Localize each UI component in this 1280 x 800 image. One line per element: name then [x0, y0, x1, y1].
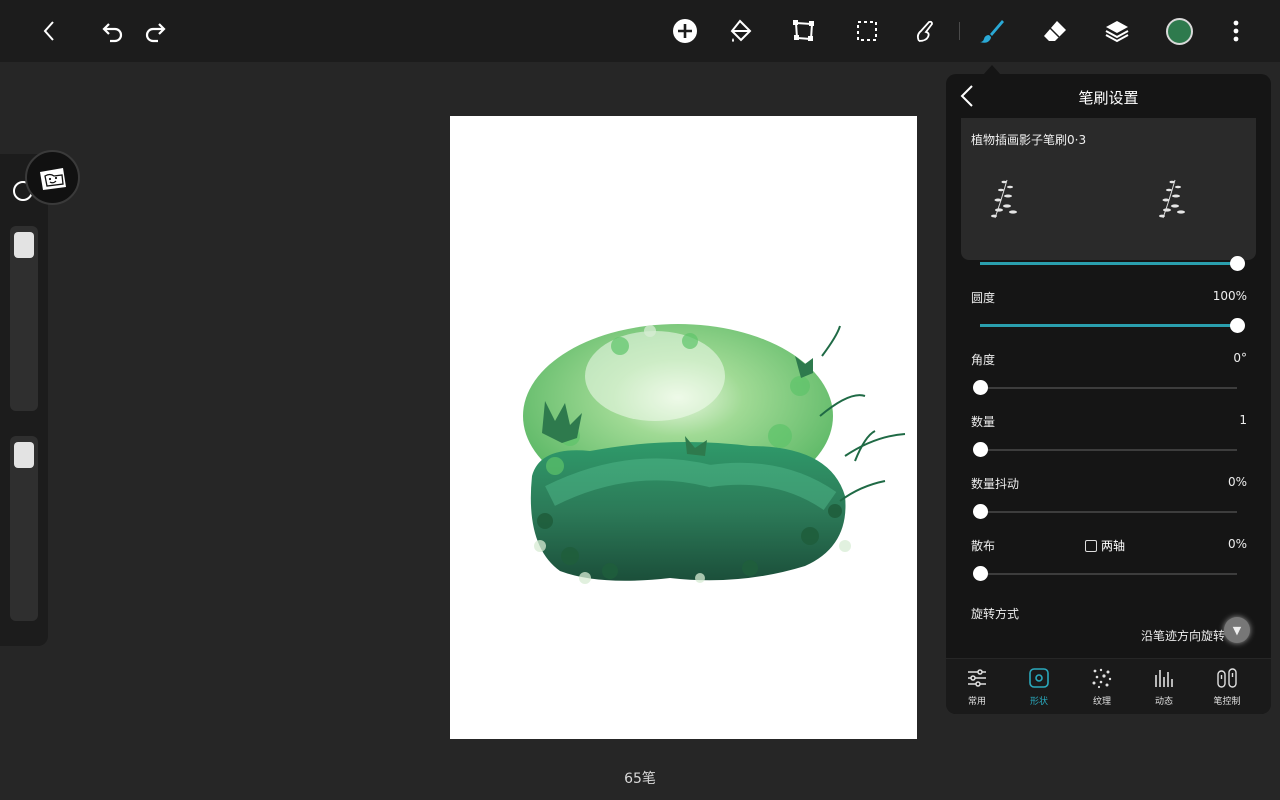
- texture-icon: [1092, 668, 1112, 689]
- tab-label: 纹理: [1092, 697, 1111, 707]
- tab-texture[interactable]: 纹理: [1074, 667, 1130, 707]
- stroke-count: 65笔: [624, 771, 656, 787]
- slider-track: [980, 573, 1237, 575]
- smudge-icon: [916, 20, 933, 42]
- checkbox-box[interactable]: [1085, 539, 1097, 552]
- angle-value: 0°: [1233, 351, 1247, 365]
- back-icon: [43, 21, 54, 41]
- count-value: 1: [1239, 413, 1247, 427]
- slider-fill: [980, 262, 1237, 265]
- count-label: 数量: [971, 415, 996, 429]
- size-slider[interactable]: [980, 254, 1245, 274]
- count-jitter-slider[interactable]: [973, 502, 1237, 522]
- color-picker-button[interactable]: [1166, 18, 1193, 45]
- angle-label: 角度: [971, 353, 996, 367]
- chevron-down-icon: ▼: [1232, 623, 1242, 637]
- two-axis-label: 两轴: [1101, 539, 1126, 553]
- slider-track: [980, 387, 1237, 389]
- scatter-label: 散布: [971, 539, 996, 553]
- tab-label: 常用: [967, 697, 986, 707]
- slider-thumb[interactable]: [1230, 256, 1245, 271]
- tab-pen-control[interactable]: 笔控制: [1199, 667, 1255, 707]
- eraser-button[interactable]: [1037, 13, 1073, 49]
- slider-thumb[interactable]: [1230, 318, 1245, 333]
- slider-thumb[interactable]: [973, 380, 988, 395]
- tab-dynamics[interactable]: 动态: [1136, 667, 1192, 707]
- tab-label: 动态: [1154, 697, 1173, 707]
- roundness-slider[interactable]: [980, 316, 1245, 336]
- count-slider[interactable]: [973, 440, 1237, 460]
- slider-thumb[interactable]: [973, 442, 988, 457]
- top-toolbar: [0, 0, 1280, 62]
- slider-track: [980, 449, 1237, 451]
- more-button[interactable]: [1218, 13, 1254, 49]
- toolbar-divider: [959, 22, 960, 40]
- tab-common[interactable]: 常用: [949, 667, 1005, 707]
- drawing-canvas[interactable]: [450, 116, 917, 739]
- undo-icon: [102, 23, 123, 43]
- bush-artwork: [523, 324, 906, 584]
- eraser-icon: [1044, 21, 1066, 41]
- tab-label: 笔控制: [1213, 697, 1241, 707]
- sliders-icon: [968, 669, 986, 687]
- shape-icon: [1029, 668, 1049, 688]
- roundness-label: 圆度: [971, 291, 996, 305]
- scatter-value: 0%: [1227, 537, 1247, 551]
- count-jitter-value: 0%: [1227, 475, 1247, 489]
- fill-bucket-icon: [730, 19, 752, 42]
- rotation-label: 旋转方式: [971, 607, 1020, 621]
- brush-button[interactable]: [974, 13, 1010, 49]
- redo-icon: [145, 23, 166, 43]
- selection-icon: [857, 21, 877, 41]
- reference-image-icon: [39, 167, 66, 190]
- panel-header: 笔刷设置: [946, 74, 1271, 118]
- smudge-button[interactable]: [907, 13, 943, 49]
- dynamics-icon: [1155, 670, 1173, 687]
- redo-button[interactable]: [138, 13, 174, 49]
- brush-opacity-slider[interactable]: [10, 436, 38, 621]
- tab-label: 形状: [1029, 697, 1048, 707]
- undo-button[interactable]: [94, 13, 130, 49]
- brush-name: 植物插画影子笔刷0·3: [971, 133, 1087, 147]
- rotation-mode-value[interactable]: 沿笔迹方向旋转: [1141, 627, 1225, 644]
- angle-slider[interactable]: [973, 378, 1237, 398]
- add-icon: [673, 19, 697, 43]
- roundness-value: 100%: [1212, 289, 1247, 303]
- rotation-dropdown-button[interactable]: ▼: [1224, 617, 1250, 643]
- brush-opacity-slider-knob[interactable]: [14, 442, 34, 468]
- pen-control-icon: [1217, 668, 1237, 688]
- brush-stroke-preview: [1159, 179, 1185, 219]
- add-button[interactable]: [667, 13, 703, 49]
- brush-settings-panel: 笔刷设置 植物插画影子笔刷0·3 圆度 100% 角度 0° 数量 1 数量抖动…: [946, 74, 1271, 714]
- scatter-slider[interactable]: [973, 564, 1237, 584]
- brush-icon: [980, 20, 1004, 43]
- transform-button[interactable]: [786, 13, 822, 49]
- slider-thumb[interactable]: [973, 504, 988, 519]
- selection-button[interactable]: [849, 13, 885, 49]
- more-icon: [1233, 20, 1239, 42]
- back-button[interactable]: [32, 13, 68, 49]
- brush-size-slider[interactable]: [10, 226, 38, 411]
- slider-fill: [980, 324, 1237, 327]
- drawing-app: 65笔 笔刷设置 植物插画影子笔刷0·3 圆度 100% 角度 0° 数量 1 …: [0, 0, 1280, 800]
- brush-tip-preview: [991, 179, 1017, 219]
- two-axis-checkbox[interactable]: 两轴: [1085, 537, 1125, 554]
- slider-thumb[interactable]: [973, 566, 988, 581]
- left-sidebar: [0, 154, 48, 646]
- brush-preview-card: 植物插画影子笔刷0·3: [961, 118, 1256, 260]
- count-jitter-label: 数量抖动: [971, 477, 1020, 491]
- slider-track: [980, 511, 1237, 513]
- layers-icon: [1105, 21, 1129, 43]
- panel-title: 笔刷设置: [1078, 89, 1139, 107]
- transform-icon: [793, 20, 814, 41]
- panel-tab-bar: 常用 形状 纹理 动态 笔控制: [946, 658, 1271, 714]
- tab-shape[interactable]: 形状: [1011, 667, 1067, 707]
- brush-size-slider-knob[interactable]: [14, 232, 34, 258]
- fill-bucket-button[interactable]: [723, 13, 759, 49]
- layers-button[interactable]: [1099, 13, 1135, 49]
- reference-image-button[interactable]: [25, 150, 80, 205]
